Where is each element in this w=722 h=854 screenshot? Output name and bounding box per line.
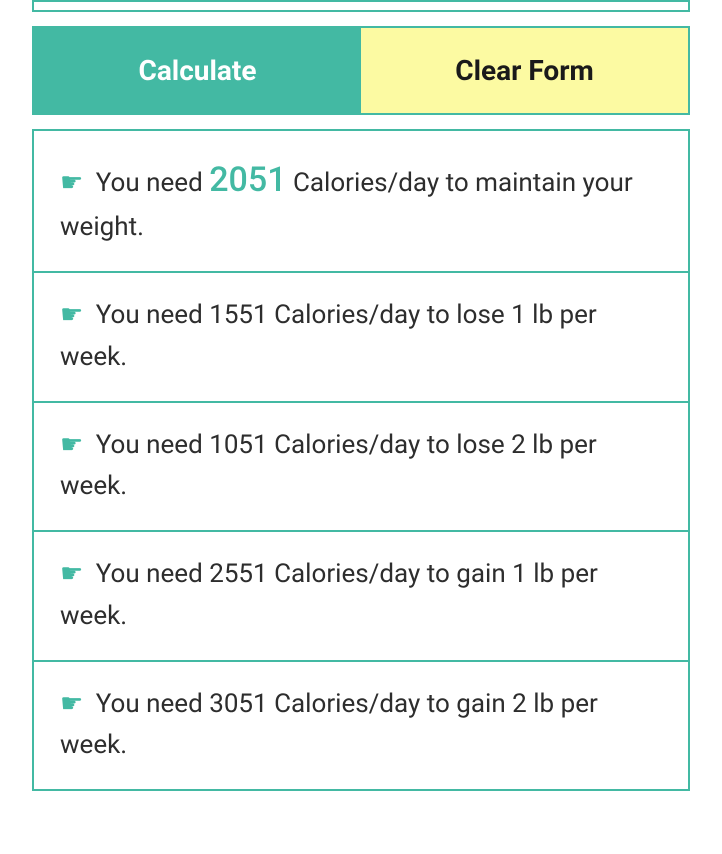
pointer-icon: ☛ <box>60 163 83 205</box>
pointer-icon: ☛ <box>60 684 83 726</box>
result-maintain: ☛ You need 2051 Calories/day to maintain… <box>34 131 688 273</box>
result-maintain-value: 2051 <box>209 160 286 200</box>
calculator-results-panel: Calculate Clear Form ☛ You need 2051 Cal… <box>0 0 722 831</box>
result-gain-1lb: ☛ You need 2551 Calories/day to gain 1 l… <box>34 532 688 662</box>
result-lose-2lb: ☛ You need 1051 Calories/day to lose 2 l… <box>34 403 688 533</box>
result-text: You need 2551 Calories/day to gain 1 lb … <box>60 559 598 631</box>
pointer-icon: ☛ <box>60 425 83 467</box>
calculate-button[interactable]: Calculate <box>34 28 361 113</box>
pointer-icon: ☛ <box>60 295 83 337</box>
result-lose-1lb: ☛ You need 1551 Calories/day to lose 1 l… <box>34 273 688 403</box>
result-text: You need 1051 Calories/day to lose 2 lb … <box>60 430 597 502</box>
pointer-icon: ☛ <box>60 554 83 596</box>
results-list: ☛ You need 2051 Calories/day to maintain… <box>32 129 690 791</box>
input-box-bottom-edge <box>32 0 690 12</box>
result-text: You need 1551 Calories/day to lose 1 lb … <box>60 300 597 372</box>
result-text: You need 3051 Calories/day to gain 2 lb … <box>60 689 598 761</box>
button-row: Calculate Clear Form <box>32 26 690 115</box>
clear-form-button[interactable]: Clear Form <box>361 28 688 113</box>
result-gain-2lb: ☛ You need 3051 Calories/day to gain 2 l… <box>34 662 688 790</box>
result-text-prefix: You need <box>96 168 209 198</box>
